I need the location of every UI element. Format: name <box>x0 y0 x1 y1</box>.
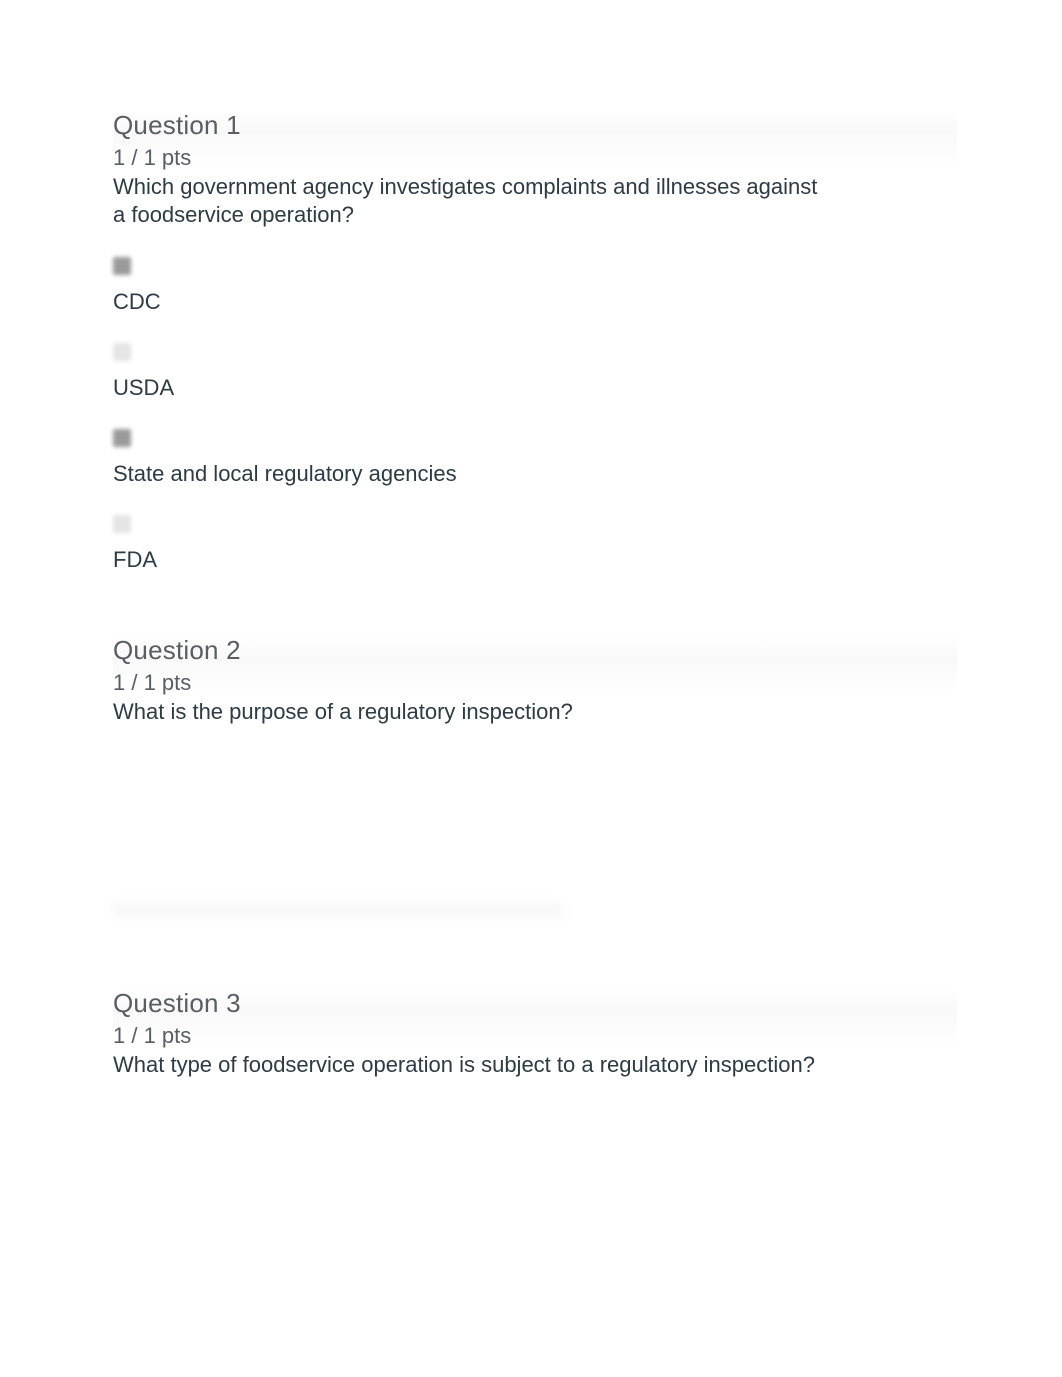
answer-label: USDA <box>113 375 949 401</box>
radio-marker-icon[interactable] <box>113 343 131 361</box>
question-header: Question 3 1 / 1 pts What type of foodse… <box>113 988 949 1079</box>
answer-label: State and local regulatory agencies <box>113 461 949 487</box>
question-header: Question 1 1 / 1 pts Which government ag… <box>113 110 949 229</box>
question-block-2: Question 2 1 / 1 pts What is the purpose… <box>113 635 949 926</box>
question-title: Question 1 <box>113 110 949 141</box>
radio-marker-icon[interactable] <box>113 515 131 533</box>
quiz-content: Question 1 1 / 1 pts Which government ag… <box>0 0 1062 1080</box>
question-points: 1 / 1 pts <box>113 670 949 696</box>
question-header: Question 2 1 / 1 pts What is the purpose… <box>113 635 949 726</box>
question-text: What is the purpose of a regulatory insp… <box>113 698 833 726</box>
question-points: 1 / 1 pts <box>113 145 949 171</box>
question-points: 1 / 1 pts <box>113 1023 949 1049</box>
question-text: Which government agency investigates com… <box>113 173 833 229</box>
answer-option: FDA <box>113 515 949 573</box>
blurred-text-icon <box>113 904 563 916</box>
question-title: Question 2 <box>113 635 949 666</box>
question-text: What type of foodservice operation is su… <box>113 1051 833 1079</box>
radio-marker-icon[interactable] <box>113 429 131 447</box>
answer-label: FDA <box>113 547 949 573</box>
answer-option: State and local regulatory agencies <box>113 429 949 487</box>
radio-marker-icon[interactable] <box>113 257 131 275</box>
question-title: Question 3 <box>113 988 949 1019</box>
answer-label: CDC <box>113 289 949 315</box>
question-block-1: Question 1 1 / 1 pts Which government ag… <box>113 110 949 573</box>
hidden-answers <box>113 726 949 926</box>
answer-option: CDC <box>113 257 949 315</box>
answer-option: USDA <box>113 343 949 401</box>
question-block-3: Question 3 1 / 1 pts What type of foodse… <box>113 988 949 1079</box>
